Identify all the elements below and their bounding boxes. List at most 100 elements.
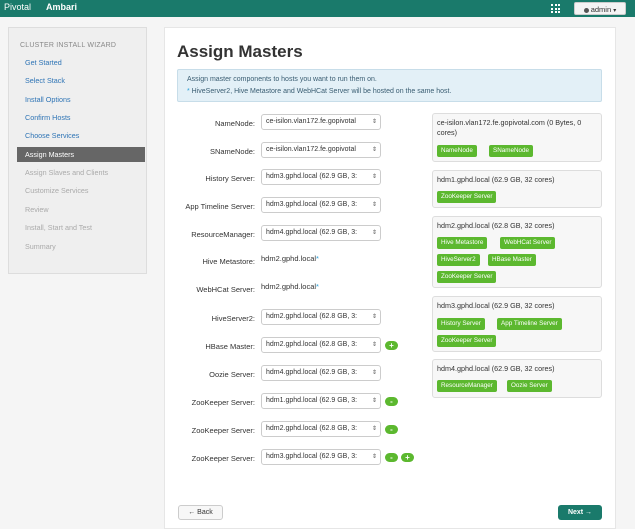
- label-zookeeper-server-2: ZooKeeper Server:: [191, 426, 255, 435]
- hive-metastore-host: hdm2.gphd.local*: [261, 254, 319, 263]
- component-tag: ZooKeeper Server: [437, 191, 497, 203]
- host-name: ce-isilon.vlan172.fe.gopivotal.com (0 By…: [437, 118, 582, 137]
- component-tag: App Timeline Server: [497, 318, 562, 330]
- label-hbase-master: HBase Master:: [205, 342, 255, 351]
- sidebar-item-get-started[interactable]: Get Started: [17, 55, 145, 70]
- label-resourcemanager: ResourceManager:: [191, 230, 255, 239]
- select-caret-icon: ⇕: [371, 202, 377, 208]
- hiveserver2-select-value: hdm2.gphd.local (62.8 GB, 3:: [266, 313, 358, 320]
- wizard-sidebar: CLUSTER INSTALL WIZARD Get Started Selec…: [8, 27, 147, 274]
- host-box-hdm2: hdm2.gphd.local (62.8 GB, 32 cores) Hive…: [432, 216, 602, 288]
- sidebar-item-customize-services: Customize Services: [25, 186, 89, 195]
- select-caret-icon: ⇕: [371, 230, 377, 236]
- resourcemanager-select[interactable]: hdm4.gphd.local (62.9 GB, 3: ⇕: [261, 225, 381, 241]
- add-zookeeper-server-button[interactable]: +: [401, 453, 414, 462]
- sidebar-item-assign-masters[interactable]: Assign Masters: [17, 147, 145, 162]
- info-line-2: * HiveServer2, Hive Metastore and WebHCa…: [187, 88, 451, 95]
- component-tag: HBase Master: [488, 254, 536, 266]
- snamenode-select-value: ce-isilon.vlan172.fe.gopivotal: [266, 146, 356, 153]
- zookeeper-server-1-select-value: hdm1.gphd.local (62.9 GB, 3:: [266, 397, 358, 404]
- host-box-hdm4: hdm4.gphd.local (62.9 GB, 32 cores) Reso…: [432, 359, 602, 398]
- zookeeper-server-1-select[interactable]: hdm1.gphd.local (62.9 GB, 3: ⇕: [261, 393, 381, 409]
- select-caret-icon: ⇕: [371, 426, 377, 432]
- page-title: Assign Masters: [177, 42, 303, 61]
- remove-zookeeper-server-1-button[interactable]: -: [385, 397, 398, 406]
- remove-zookeeper-server-2-button[interactable]: -: [385, 425, 398, 434]
- sidebar-item-install-start-test: Install, Start and Test: [25, 223, 92, 232]
- grid-icon[interactable]: [551, 4, 560, 13]
- label-oozie-server: Oozie Server:: [209, 370, 255, 379]
- select-caret-icon: ⇕: [371, 147, 377, 153]
- oozie-server-select-value: hdm4.gphd.local (62.9 GB, 3:: [266, 369, 358, 376]
- sidebar-item-summary: Summary: [25, 242, 56, 251]
- label-history-server: History Server:: [205, 174, 255, 183]
- host-box-hdm1: hdm1.gphd.local (62.9 GB, 32 cores) ZooK…: [432, 170, 602, 208]
- caret-down-icon: ▾: [613, 8, 617, 14]
- label-hiveserver2: HiveServer2:: [211, 314, 255, 323]
- history-server-select-value: hdm3.gphd.local (62.9 GB, 3:: [266, 173, 358, 180]
- asterisk-icon: *: [316, 282, 319, 291]
- remove-zookeeper-server-3-button[interactable]: -: [385, 453, 398, 462]
- select-caret-icon: ⇕: [371, 174, 377, 180]
- host-box-hdm3: hdm3.gphd.local (62.9 GB, 32 cores) Hist…: [432, 296, 602, 352]
- label-webhcat-server: WebHCat Server:: [196, 285, 255, 294]
- label-zookeeper-server-3: ZooKeeper Server:: [191, 454, 255, 463]
- back-button[interactable]: ← Back: [178, 505, 223, 520]
- zookeeper-server-3-select-value: hdm3.gphd.local (62.9 GB, 3:: [266, 453, 358, 460]
- app-timeline-server-select-value: hdm3.gphd.local (62.9 GB, 3:: [266, 201, 358, 208]
- zookeeper-server-3-select[interactable]: hdm3.gphd.local (62.9 GB, 3: ⇕: [261, 449, 381, 465]
- component-tag: ZooKeeper Server: [437, 271, 497, 283]
- component-tag: Hive Metastore: [437, 237, 488, 249]
- sidebar-title: CLUSTER INSTALL WIZARD: [20, 42, 117, 49]
- history-server-select[interactable]: hdm3.gphd.local (62.9 GB, 3: ⇕: [261, 169, 381, 185]
- next-button[interactable]: Next →: [558, 505, 602, 520]
- select-caret-icon: ⇕: [371, 370, 377, 376]
- component-tag: NameNode: [437, 145, 477, 157]
- sidebar-item-install-options[interactable]: Install Options: [17, 92, 145, 107]
- host-box-ce-isilon: ce-isilon.vlan172.fe.gopivotal.com (0 By…: [432, 113, 602, 162]
- oozie-server-select[interactable]: hdm4.gphd.local (62.9 GB, 3: ⇕: [261, 365, 381, 381]
- label-hive-metastore: Hive Metastore:: [202, 257, 255, 266]
- info-alert: Assign master components to hosts you wa…: [177, 69, 602, 102]
- info-line-2-text: HiveServer2, Hive Metastore and WebHCat …: [189, 88, 452, 95]
- hbase-master-select[interactable]: hdm2.gphd.local (62.8 GB, 3: ⇕: [261, 337, 381, 353]
- namenode-select-value: ce-isilon.vlan172.fe.gopivotal: [266, 118, 356, 125]
- select-caret-icon: ⇕: [371, 398, 377, 404]
- hive-metastore-host-value: hdm2.gphd.local: [261, 254, 317, 263]
- select-caret-icon: ⇕: [371, 454, 377, 460]
- app-timeline-server-select[interactable]: hdm3.gphd.local (62.9 GB, 3: ⇕: [261, 197, 381, 213]
- sidebar-item-review: Review: [25, 205, 49, 214]
- product-name[interactable]: Ambari: [46, 2, 77, 12]
- user-icon: [583, 7, 589, 13]
- namenode-select[interactable]: ce-isilon.vlan172.fe.gopivotal ⇕: [261, 114, 381, 130]
- component-tag: SNameNode: [489, 145, 534, 157]
- zookeeper-server-2-select-value: hdm2.gphd.local (62.8 GB, 3:: [266, 425, 358, 432]
- asterisk-icon: *: [316, 254, 319, 263]
- hbase-master-select-value: hdm2.gphd.local (62.8 GB, 3:: [266, 341, 358, 348]
- label-app-timeline-server: App Timeline Server:: [185, 202, 255, 211]
- add-hbase-master-button[interactable]: +: [385, 341, 398, 350]
- component-tag: Oozie Server: [507, 380, 552, 392]
- snamenode-select[interactable]: ce-isilon.vlan172.fe.gopivotal ⇕: [261, 142, 381, 158]
- label-namenode: NameNode:: [214, 119, 255, 128]
- resourcemanager-select-value: hdm4.gphd.local (62.9 GB, 3:: [266, 229, 358, 236]
- component-tag: WebHCat Server: [500, 237, 556, 249]
- hiveserver2-select[interactable]: hdm2.gphd.local (62.8 GB, 3: ⇕: [261, 309, 381, 325]
- user-menu-button[interactable]: admin ▾: [574, 2, 626, 15]
- webhcat-server-host-value: hdm2.gphd.local: [261, 282, 317, 291]
- zookeeper-server-2-select[interactable]: hdm2.gphd.local (62.8 GB, 3: ⇕: [261, 421, 381, 437]
- info-line-1: Assign master components to hosts you wa…: [187, 76, 377, 83]
- host-name: hdm4.gphd.local (62.9 GB, 32 cores): [437, 364, 555, 373]
- select-caret-icon: ⇕: [371, 314, 377, 320]
- sidebar-item-select-stack[interactable]: Select Stack: [17, 73, 145, 88]
- component-tag: History Server: [437, 318, 485, 330]
- sidebar-item-choose-services[interactable]: Choose Services: [17, 128, 145, 143]
- webhcat-server-host: hdm2.gphd.local*: [261, 282, 319, 291]
- select-caret-icon: ⇕: [371, 119, 377, 125]
- sidebar-item-assign-slaves: Assign Slaves and Clients: [25, 168, 109, 177]
- host-name: hdm2.gphd.local (62.8 GB, 32 cores): [437, 221, 555, 230]
- host-name: hdm1.gphd.local (62.9 GB, 32 cores): [437, 175, 555, 184]
- label-snamenode: SNameNode:: [209, 147, 255, 156]
- brand-logo: Pivotal: [4, 2, 32, 12]
- sidebar-item-confirm-hosts[interactable]: Confirm Hosts: [17, 110, 145, 125]
